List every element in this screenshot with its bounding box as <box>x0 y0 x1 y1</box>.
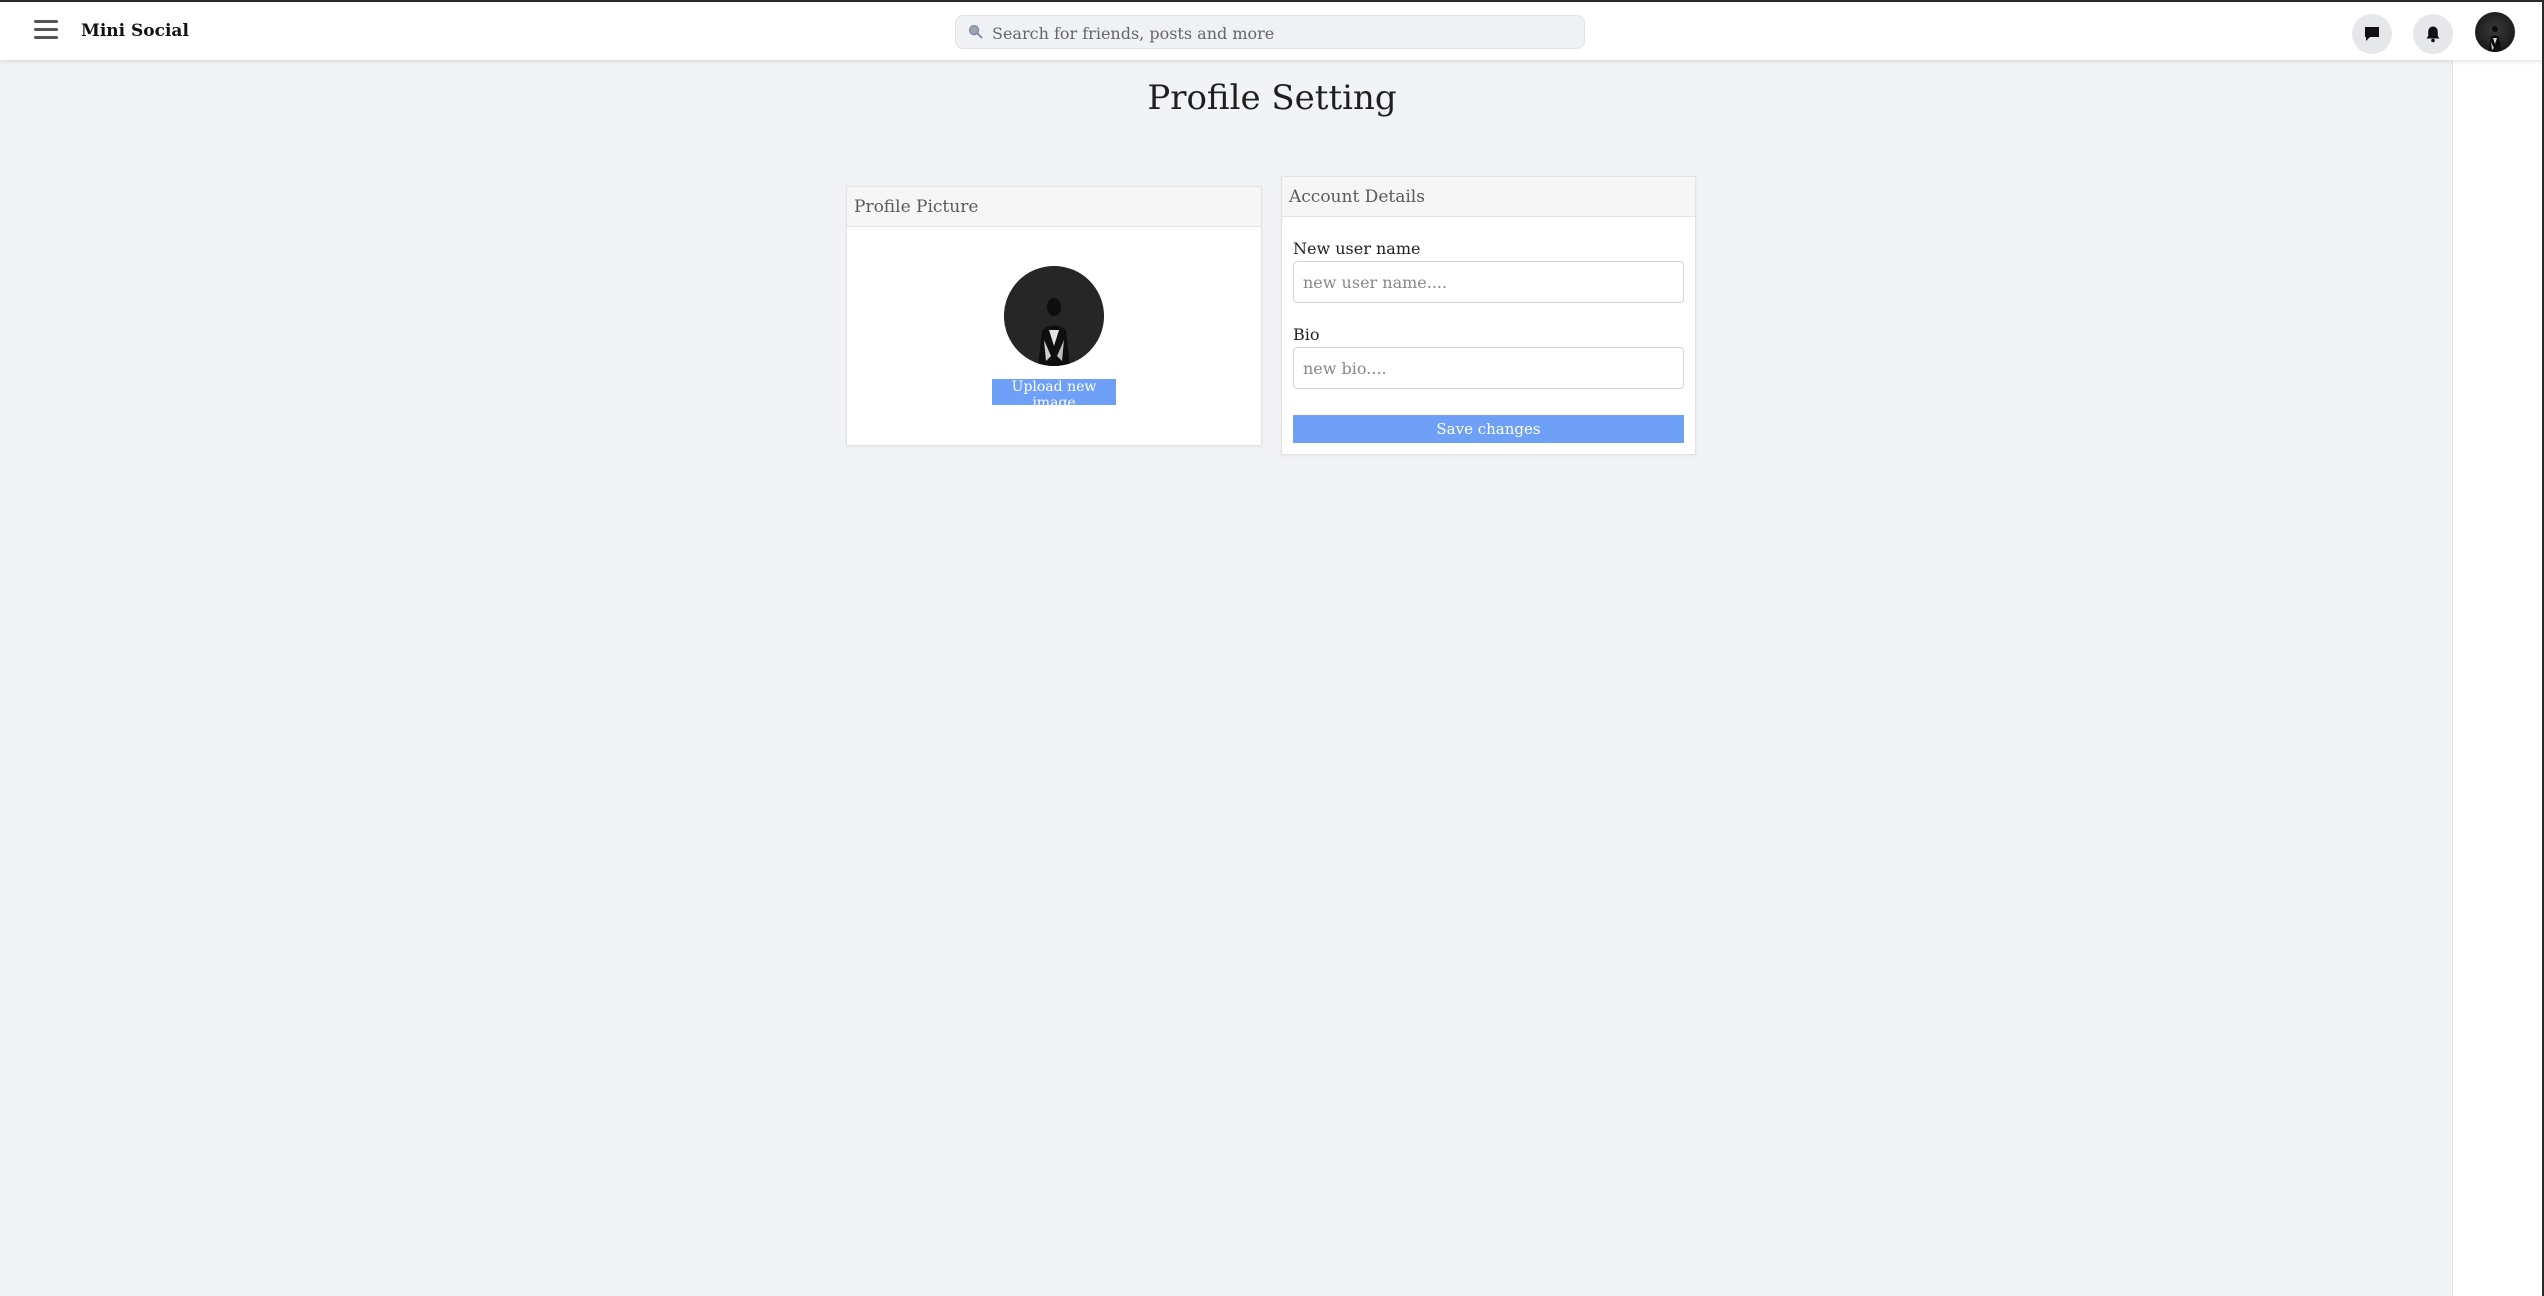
username-label: New user name <box>1293 239 1421 258</box>
person-silhouette-icon <box>2488 26 2502 52</box>
notifications-button[interactable] <box>2413 14 2453 54</box>
messages-button[interactable] <box>2352 14 2392 54</box>
search-icon <box>968 24 983 39</box>
menu-icon[interactable] <box>34 20 58 40</box>
bell-icon <box>2426 26 2440 43</box>
top-navbar: Mini Social <box>0 0 2544 60</box>
search-bar[interactable] <box>955 15 1585 50</box>
profile-picture-card: Profile Picture Upload new image <box>846 186 1262 446</box>
bio-label: Bio <box>1293 325 1320 344</box>
user-avatar[interactable] <box>2475 12 2515 52</box>
profile-picture-card-title: Profile Picture <box>847 187 1261 227</box>
bio-input[interactable] <box>1293 347 1684 389</box>
account-details-card: Account Details New user name Bio Save c… <box>1281 176 1696 455</box>
search-input[interactable] <box>990 16 1574 50</box>
person-photo-icon <box>1004 266 1104 366</box>
right-sidebar <box>2452 60 2544 1296</box>
upload-image-button[interactable]: Upload new image <box>992 379 1116 411</box>
save-changes-button[interactable]: Save changes <box>1293 415 1684 443</box>
brand-logo[interactable]: Mini Social <box>81 21 189 41</box>
chat-icon <box>2365 27 2379 41</box>
username-input[interactable] <box>1293 261 1684 303</box>
profile-avatar-image <box>1004 266 1104 366</box>
page-title: Profile Setting <box>1147 78 1397 118</box>
account-details-card-title: Account Details <box>1282 177 1695 217</box>
